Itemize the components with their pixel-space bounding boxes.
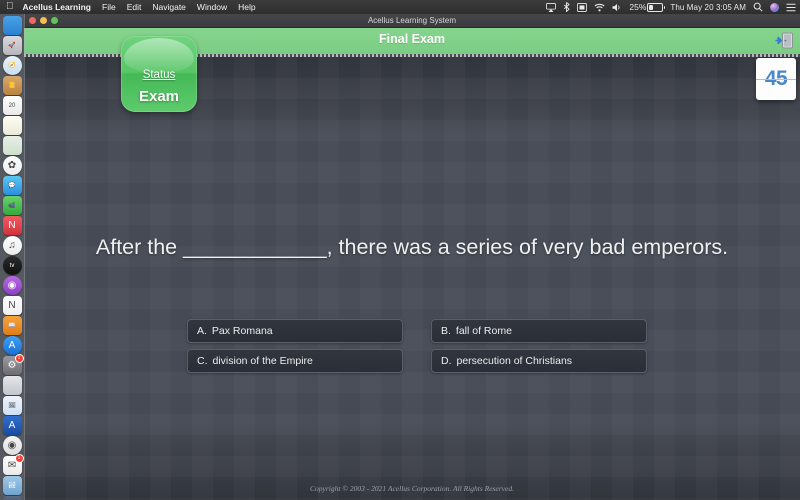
- dock-icon-browser-other[interactable]: ◕: [2, 496, 22, 500]
- answer-option-letter: C.: [197, 355, 208, 367]
- dock-icon-safari[interactable]: 🧭: [2, 56, 22, 75]
- dock-badge: 1: [14, 454, 24, 463]
- menu-item-edit[interactable]: Edit: [127, 2, 142, 12]
- apple-logo-icon[interactable]: : [6, 2, 14, 12]
- dock-icon-glyph: 📹: [8, 202, 16, 209]
- answer-option-letter: A.: [197, 325, 207, 337]
- menu-item-file[interactable]: File: [102, 2, 116, 12]
- dock-icon-finder[interactable]: [2, 16, 22, 35]
- dock: 🚀🧭📒20✿💬📹N♫tv◉N📖A⚙1🖼A◉✉1🏞◕🗑: [0, 14, 25, 500]
- screen-share-icon[interactable]: [577, 2, 588, 12]
- control-center-icon[interactable]: [786, 3, 796, 12]
- status-button-value: Exam: [138, 88, 180, 105]
- menu-item-help[interactable]: Help: [238, 2, 255, 12]
- dock-icon-app-store[interactable]: A: [2, 336, 22, 355]
- dock-icon-glyph: ✿: [7, 159, 17, 171]
- battery-indicator[interactable]: 25%: [629, 2, 666, 12]
- dock-icon-photos[interactable]: ✿: [2, 156, 22, 175]
- dock-icon-glyph: 20: [8, 102, 16, 109]
- dock-icon-books[interactable]: 📖: [2, 316, 22, 335]
- menu-bar-left:  Acellus Learning File Edit Navigate Wi…: [0, 2, 267, 13]
- dock-badge: 1: [14, 354, 24, 363]
- question-text: After the ____________, there was a seri…: [95, 235, 729, 259]
- search-icon[interactable]: [753, 2, 763, 12]
- dock-icon-calendar[interactable]: 20: [2, 96, 22, 115]
- dock-icon-glyph: ♫: [8, 239, 16, 251]
- question-counter-value: 45: [764, 67, 788, 90]
- app-window: Acellus Learning System Final Exam Statu…: [24, 14, 800, 500]
- dock-icon-glyph: ◉: [7, 439, 17, 451]
- exit-door-icon[interactable]: [775, 32, 794, 50]
- dock-icon-glyph: 🚀: [8, 42, 16, 49]
- answer-option-a[interactable]: A. Pax Romana: [187, 319, 403, 343]
- dock-icon-finder-docs[interactable]: [2, 376, 22, 395]
- dock-icon-glyph: N: [8, 299, 16, 311]
- dock-icon-glyph: 🧭: [8, 62, 16, 69]
- dock-icon-photos-library[interactable]: 🏞: [2, 476, 22, 495]
- menu-item-navigate[interactable]: Navigate: [152, 2, 186, 12]
- dock-icon-glyph: A: [8, 419, 16, 431]
- dock-icon-acellus[interactable]: A: [2, 416, 22, 435]
- dock-icon-launchpad[interactable]: 🚀: [2, 36, 22, 55]
- dock-icon-glyph: 📖: [8, 322, 16, 329]
- dock-icon-mail[interactable]: ✉ 1: [2, 454, 24, 475]
- dock-icon-preview[interactable]: 🖼: [2, 396, 22, 415]
- dock-icon-glyph: ◕: [3, 496, 22, 500]
- menu-item-window[interactable]: Window: [197, 2, 227, 12]
- answer-option-text: Pax Romana: [211, 325, 273, 337]
- answer-option-b[interactable]: B. fall of Rome: [431, 319, 647, 343]
- screen:  Acellus Learning File Edit Navigate Wi…: [0, 0, 800, 500]
- dock-icon-glyph: 💬: [8, 182, 16, 189]
- status-exam-button[interactable]: Status Exam: [121, 36, 197, 112]
- dock-icon-maps[interactable]: [2, 136, 22, 155]
- menu-app-name[interactable]: Acellus Learning: [23, 2, 92, 12]
- dock-icon-news[interactable]: N: [2, 216, 22, 235]
- menu-bar:  Acellus Learning File Edit Navigate Wi…: [0, 0, 800, 14]
- dock-icon-apple-tv[interactable]: tv: [2, 256, 22, 275]
- dock-icon-chrome[interactable]: ◉: [2, 436, 22, 455]
- dock-icon-notes[interactable]: [2, 116, 22, 135]
- copyright-footer: Copyright © 2003 - 2021 Acellus Corporat…: [310, 484, 514, 493]
- answer-option-d[interactable]: D. persecution of Christians: [431, 349, 647, 373]
- siri-icon[interactable]: [770, 2, 779, 12]
- dock-icon-glyph: A: [8, 339, 16, 351]
- battery-percent-label: 25%: [629, 2, 647, 12]
- dock-icon-app-news[interactable]: N: [2, 296, 22, 315]
- answer-options: A. Pax Romana B. fall of Rome C. division of …: [187, 319, 647, 373]
- dock-icon-glyph: 📒: [8, 82, 16, 89]
- menu-bar-status-area: 25% Thu May 20 3:05 AM: [546, 0, 796, 14]
- airplay-icon[interactable]: [546, 2, 557, 12]
- exam-content: After the ____________, there was a seri…: [24, 57, 800, 500]
- window-title: Acellus Learning System: [367, 16, 457, 25]
- answer-option-letter: D.: [441, 355, 452, 367]
- status-button-label: Status: [142, 69, 176, 81]
- dock-icon-glyph: 🖼: [8, 402, 16, 409]
- answer-option-letter: B.: [441, 325, 451, 337]
- dock-icon-contacts[interactable]: 📒: [2, 76, 22, 95]
- dock-icon-glyph: ◉: [7, 279, 17, 291]
- battery-icon: [647, 2, 666, 12]
- dock-icon-system-preferences[interactable]: ⚙ 1: [2, 354, 24, 375]
- bluetooth-icon[interactable]: [563, 2, 571, 12]
- window-titlebar: Acellus Learning System: [24, 14, 800, 28]
- menu-bar-clock[interactable]: Thu May 20 3:05 AM: [670, 3, 746, 12]
- volume-icon[interactable]: [612, 3, 622, 12]
- wifi-icon[interactable]: [594, 3, 605, 12]
- dock-icon-facetime[interactable]: 📹: [2, 196, 22, 215]
- dock-icon-glyph: tv: [9, 262, 15, 269]
- question-counter-card: 45: [756, 58, 796, 100]
- answer-option-text: fall of Rome: [455, 325, 512, 337]
- dock-icon-glyph: N: [8, 219, 16, 231]
- answer-option-text: division of the Empire: [212, 355, 313, 367]
- answer-option-text: persecution of Christians: [456, 355, 573, 367]
- dock-icon-podcasts[interactable]: ◉: [2, 276, 22, 295]
- dock-icon-glyph: 🏞: [8, 482, 16, 489]
- answer-option-c[interactable]: C. division of the Empire: [187, 349, 403, 373]
- dock-icon-messages[interactable]: 💬: [2, 176, 22, 195]
- dock-icon-music[interactable]: ♫: [2, 236, 22, 255]
